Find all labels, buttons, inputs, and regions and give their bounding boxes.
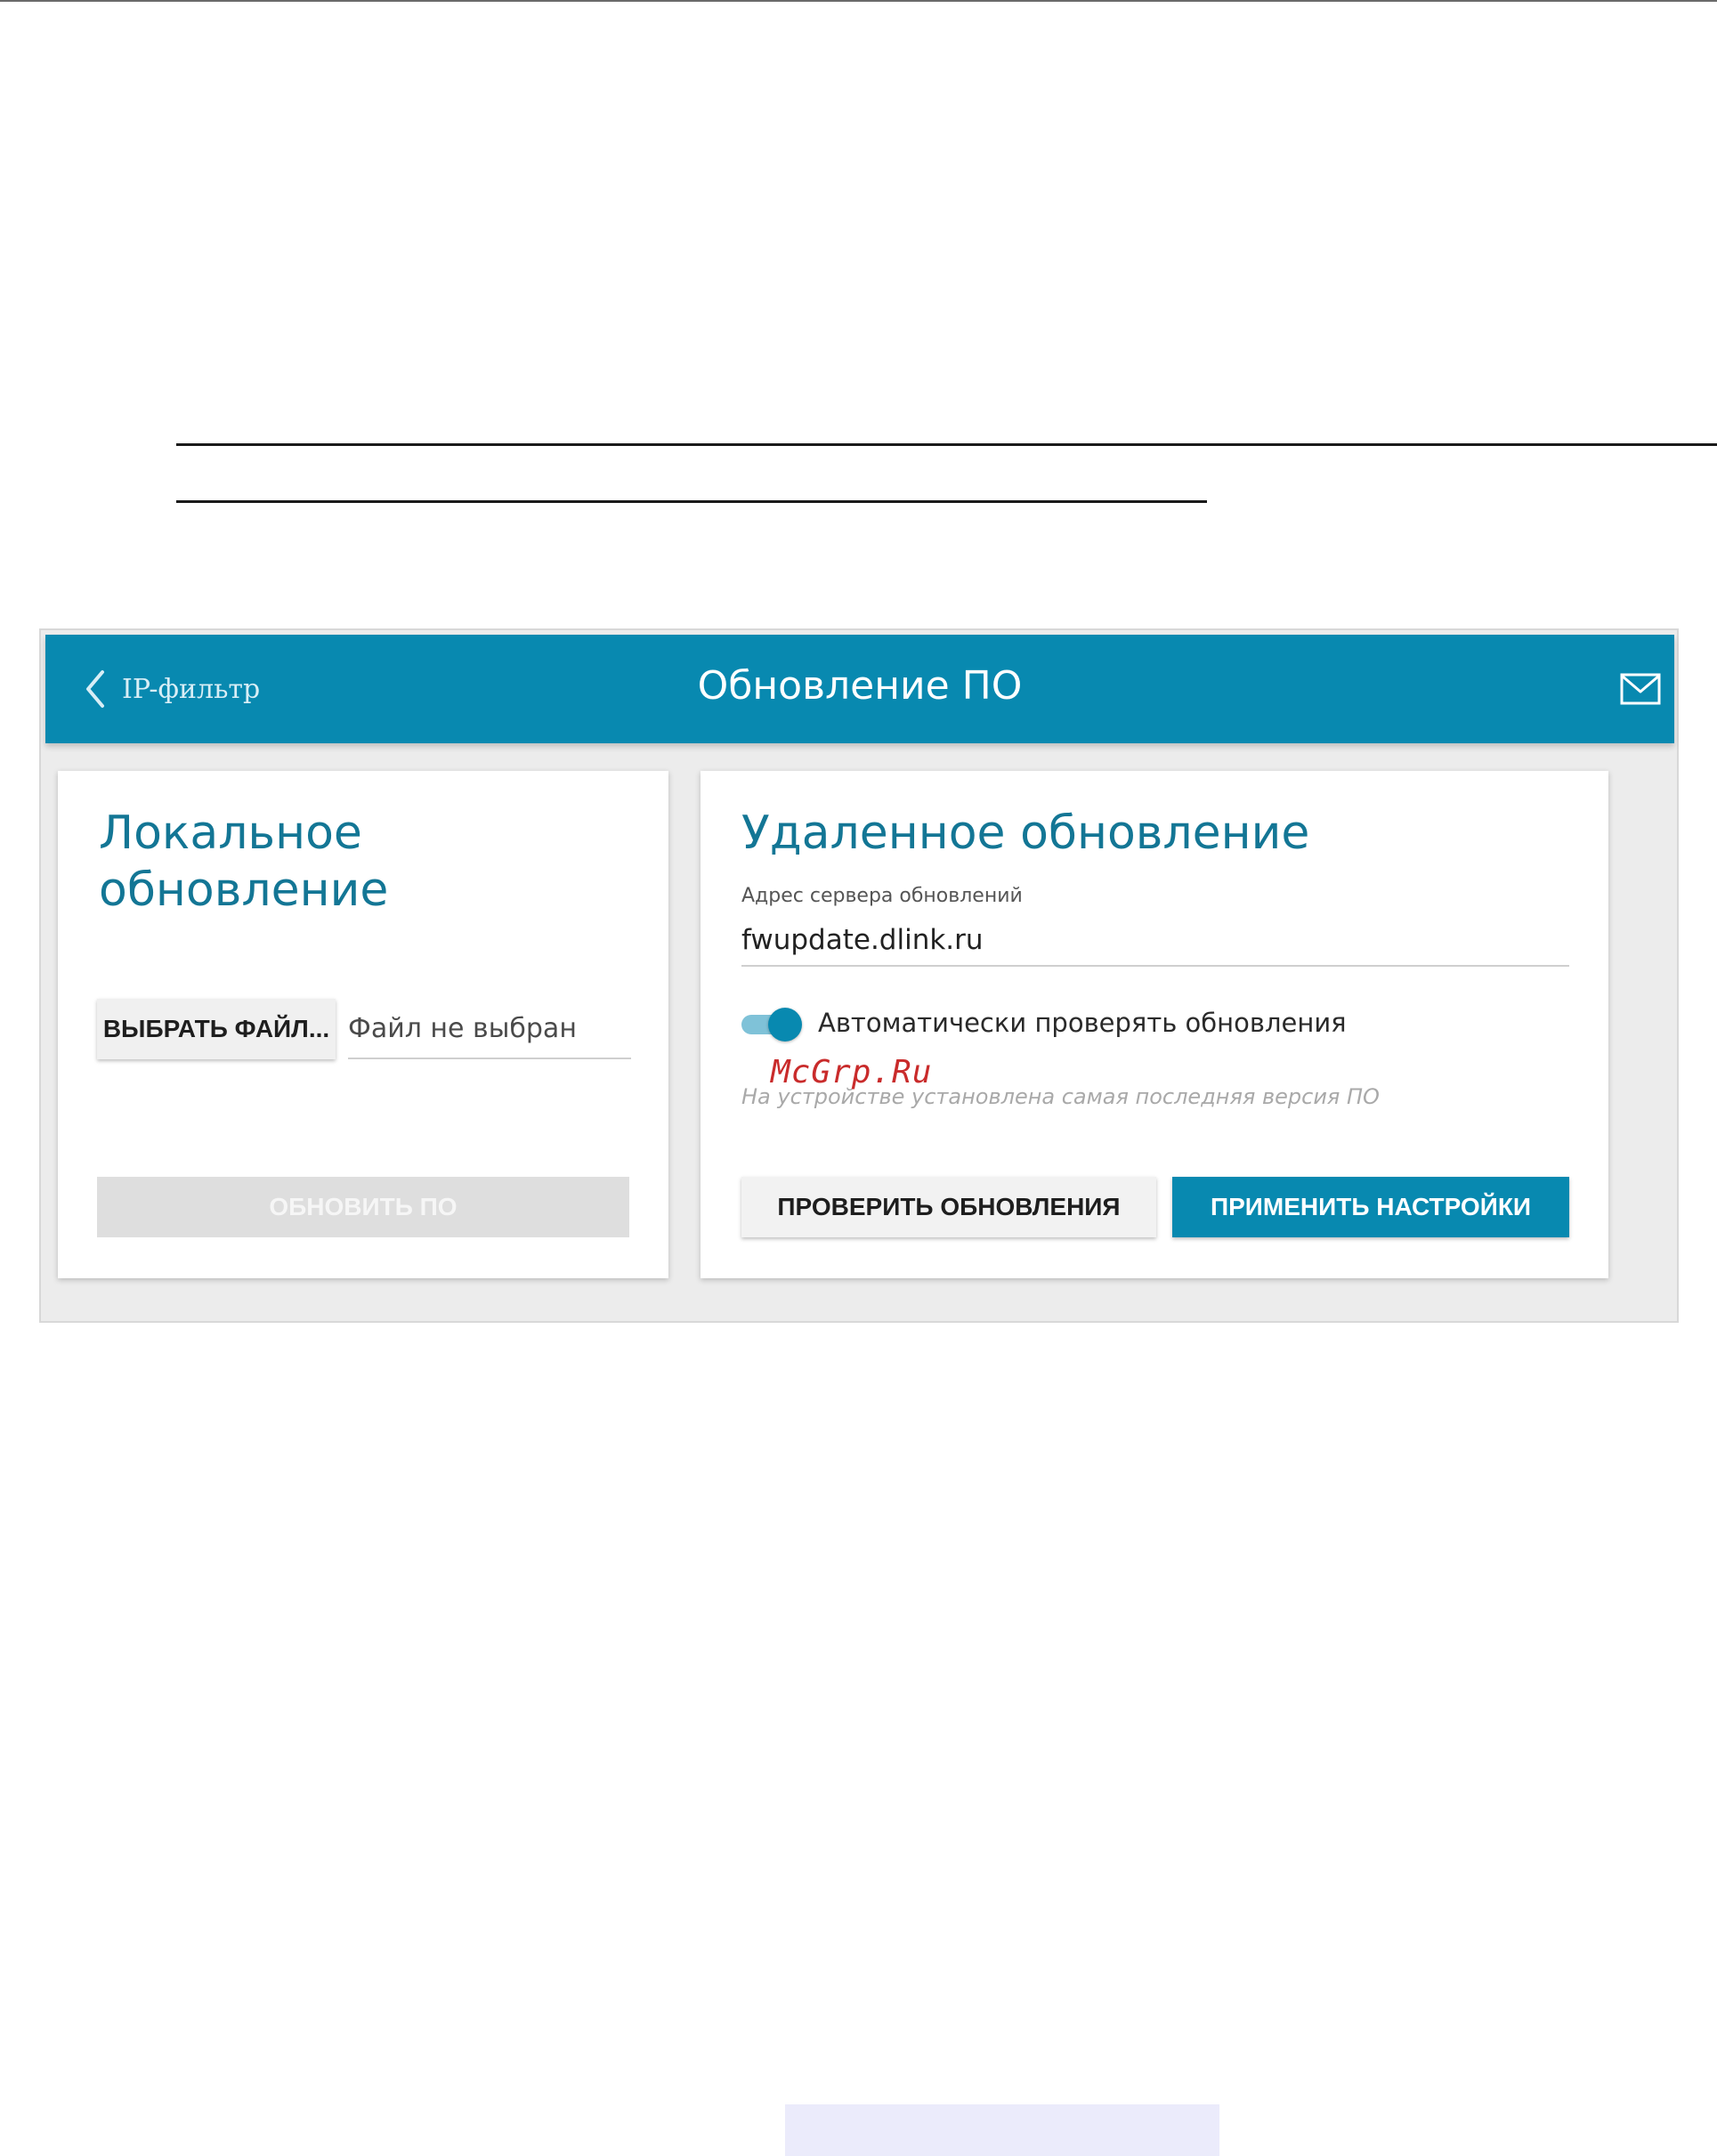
document-line-1	[176, 443, 1717, 446]
auto-check-toggle[interactable]	[741, 1006, 804, 1042]
choose-file-button[interactable]: ВЫБРАТЬ ФАЙЛ...	[97, 999, 336, 1059]
apply-settings-button[interactable]: ПРИМЕНИТЬ НАСТРОЙКИ	[1172, 1177, 1569, 1237]
top-bar: IP-фильтр Обновление ПО	[45, 635, 1674, 743]
watermark: McGrp.Ru	[771, 1054, 933, 1090]
document-line-2	[176, 500, 1207, 503]
server-address-label: Адрес сервера обновлений	[741, 885, 1023, 907]
router-ui-screenshot: IP-фильтр Обновление ПО Локальное обновл…	[39, 628, 1679, 1323]
file-status-text: Файл не выбран	[348, 1013, 577, 1044]
auto-check-label: Автоматически проверять обновления	[818, 1008, 1347, 1038]
update-firmware-button[interactable]: ОБНОВИТЬ ПО	[97, 1177, 629, 1237]
bottom-highlight-block	[785, 2104, 1219, 2156]
local-update-title: Локальное обновление	[99, 806, 389, 917]
page-title: Обновление ПО	[697, 663, 1023, 709]
toggle-knob	[768, 1008, 802, 1042]
remote-update-title: Удаленное обновление	[741, 806, 1310, 860]
check-updates-button[interactable]: ПРОВЕРИТЬ ОБНОВЛЕНИЯ	[741, 1177, 1156, 1237]
page: IP-фильтр Обновление ПО Локальное обновл…	[0, 0, 1717, 2156]
server-address-input[interactable]	[741, 915, 1569, 967]
remote-update-card: Удаленное обновление Адрес сервера обнов…	[701, 771, 1608, 1278]
local-update-card: Локальное обновление ВЫБРАТЬ ФАЙЛ... Фай…	[58, 771, 668, 1278]
top-rule	[0, 0, 1717, 2]
file-field[interactable]: Файл не выбран	[348, 999, 631, 1059]
envelope-icon[interactable]	[1619, 672, 1662, 706]
